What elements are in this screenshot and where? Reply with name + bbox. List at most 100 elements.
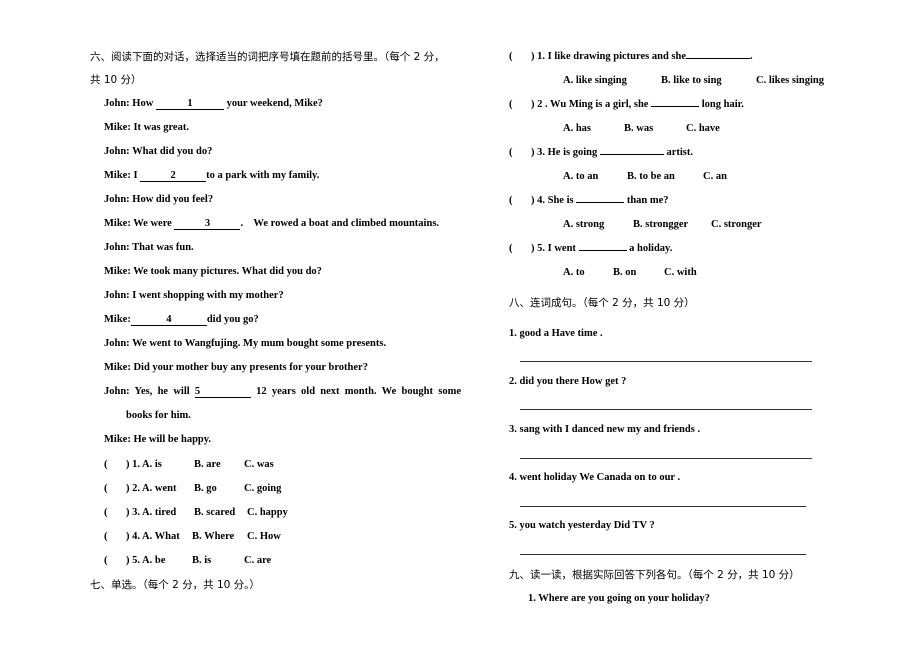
- option-b: B. scared: [194, 507, 236, 518]
- dialogue-line-7: John: That was fun.: [104, 242, 194, 253]
- option-a: A. like singing: [563, 75, 627, 86]
- answer-blank[interactable]: [651, 106, 700, 107]
- blank-1[interactable]: 1: [155, 98, 224, 110]
- dialogue-text: . We rowed a boat and climbed mountains.: [240, 218, 440, 229]
- option-c: C. an: [703, 171, 727, 182]
- s8-item-1: 1. good a Have time .: [509, 328, 603, 339]
- dialogue-line-4: Mike: I 2 to a park with my family.: [104, 169, 319, 183]
- option-b: B. was: [624, 123, 654, 134]
- answer-blank[interactable]: [576, 202, 625, 203]
- question-stem: artist.: [663, 147, 694, 158]
- answer-bracket[interactable]: (: [104, 530, 126, 544]
- answer-line-3[interactable]: [520, 458, 812, 459]
- answer-bracket[interactable]: (: [104, 554, 126, 568]
- answer-line-2[interactable]: [520, 409, 812, 410]
- s7-question-5: () 5. I went a holiday.: [509, 242, 672, 256]
- dialogue-line-11: John: We went to Wangfujing. My mum boug…: [104, 338, 387, 349]
- option-c: C. with: [664, 267, 697, 278]
- question-stem: ) 5. I went: [531, 243, 579, 254]
- answer-bracket[interactable]: (: [104, 506, 126, 520]
- answer-bracket[interactable]: (: [104, 482, 126, 496]
- option-c: C. was: [244, 459, 274, 470]
- option-b: B. Where: [192, 531, 235, 542]
- s6-question-1: () 1. A. is B. are C. was: [104, 458, 274, 472]
- s6-question-3: () 3. A. tired B. scared C. happy: [104, 506, 288, 520]
- question-stem: .: [750, 51, 753, 62]
- dialogue-line-10: Mike: 4 did you go?: [104, 313, 259, 327]
- blank-3[interactable]: 3: [174, 218, 241, 230]
- dialogue-line-2: Mike: It was great.: [104, 122, 189, 133]
- answer-blank[interactable]: [599, 154, 664, 155]
- section6-heading-cont: 共 10 分）: [90, 74, 142, 86]
- blank-4[interactable]: 4: [130, 314, 207, 326]
- dialogue-text: 12 years old next month. We bought some: [250, 386, 461, 397]
- answer-bracket[interactable]: (: [104, 458, 126, 472]
- option-a: A. to an: [563, 171, 599, 182]
- option-b: B. strongger: [633, 219, 689, 230]
- option-b: B. on: [613, 267, 637, 278]
- s7-options-2: A. has B. was C. have: [563, 122, 720, 136]
- dialogue-line-1: John: How 1 your weekend, Mike?: [104, 97, 323, 111]
- dialogue-text: to a park with my family.: [206, 170, 320, 181]
- option-a: A. strong: [563, 219, 605, 230]
- dialogue-line-3: John: What did you do?: [104, 146, 213, 157]
- s7-options-3: A. to an B. to be an C. an: [563, 170, 727, 184]
- blank-2[interactable]: 2: [140, 170, 207, 182]
- section8-heading: 八、连词成句。（每个 2 分，共 10 分）: [509, 297, 695, 309]
- answer-line-5[interactable]: [520, 554, 806, 555]
- s8-item-3: 3. sang with I danced new my and friends…: [509, 424, 701, 435]
- s8-item-5: 5. you watch yesterday Did TV ?: [509, 520, 655, 531]
- option-b: B. are: [194, 459, 221, 470]
- option-a: ) 1. A. is: [126, 459, 162, 470]
- option-c: C. have: [686, 123, 720, 134]
- answer-bracket[interactable]: (: [509, 50, 531, 64]
- dialogue-text: Mike: I: [104, 170, 141, 181]
- option-a: A. to: [563, 267, 585, 278]
- dialogue-line-12: Mike: Did your mother buy any presents f…: [104, 362, 368, 373]
- dialogue-line-13: John: Yes, he will 5 12 years old next m…: [104, 385, 461, 399]
- question-stem: long hair.: [699, 99, 744, 110]
- option-b: B. like to sing: [661, 75, 722, 86]
- option-a: ) 4. A. What: [126, 531, 180, 542]
- question-stem: ) 2 . Wu Ming is a girl, she: [531, 99, 652, 110]
- option-a: ) 2. A. went: [126, 483, 177, 494]
- s7-question-4: () 4. She is than me?: [509, 194, 669, 208]
- question-stem: ) 4. She is: [531, 195, 577, 206]
- section7-heading: 七、单选。（每个 2 分，共 10 分。）: [90, 579, 260, 591]
- s8-item-4: 4. went holiday We Canada on to our .: [509, 472, 681, 483]
- dialogue-line-5: John: How did you feel?: [104, 194, 214, 205]
- option-c: C. How: [247, 531, 281, 542]
- dialogue-text: your weekend, Mike?: [223, 98, 323, 109]
- option-c: C. going: [244, 483, 282, 494]
- s6-question-2: () 2. A. went B. go C. going: [104, 482, 281, 496]
- blank-5[interactable]: 5: [194, 386, 251, 398]
- section9-heading: 九、读一读，根据实际回答下列各句。（每个 2 分，共 10 分）: [509, 569, 800, 581]
- answer-line-4[interactable]: [520, 506, 806, 507]
- s8-item-2: 2. did you there How get ?: [509, 376, 627, 387]
- answer-bracket[interactable]: (: [509, 242, 531, 256]
- s7-question-2: () 2 . Wu Ming is a girl, she long hair.: [509, 98, 744, 112]
- answer-line-1[interactable]: [520, 361, 812, 362]
- section6-heading: 六、阅读下面的对话，选择适当的词把序号填在题前的括号里。（每个 2 分，: [90, 51, 445, 63]
- dialogue-text: did you go?: [206, 314, 259, 325]
- option-a: A. has: [563, 123, 592, 134]
- option-c: C. are: [244, 555, 272, 566]
- answer-blank[interactable]: [578, 250, 627, 251]
- answer-blank[interactable]: [686, 58, 750, 59]
- dialogue-text: John: How: [104, 98, 156, 109]
- dialogue-line-14: books for him.: [126, 410, 191, 421]
- dialogue-text: Mike: We were: [104, 218, 175, 229]
- option-c: C. happy: [247, 507, 288, 518]
- answer-bracket[interactable]: (: [509, 146, 531, 160]
- option-c: C. stronger: [711, 219, 762, 230]
- answer-bracket[interactable]: (: [509, 194, 531, 208]
- s7-options-5: A. to B. on C. with: [563, 266, 697, 280]
- dialogue-text: Mike:: [104, 314, 131, 325]
- s6-question-5: () 5. A. be B. is C. are: [104, 554, 271, 568]
- option-a: ) 3. A. tired: [126, 507, 177, 518]
- question-stem: ) 3. He is going: [531, 147, 600, 158]
- option-b: B. to be an: [627, 171, 675, 182]
- answer-bracket[interactable]: (: [509, 98, 531, 112]
- question-stem: than me?: [624, 195, 669, 206]
- option-b: B. is: [192, 555, 212, 566]
